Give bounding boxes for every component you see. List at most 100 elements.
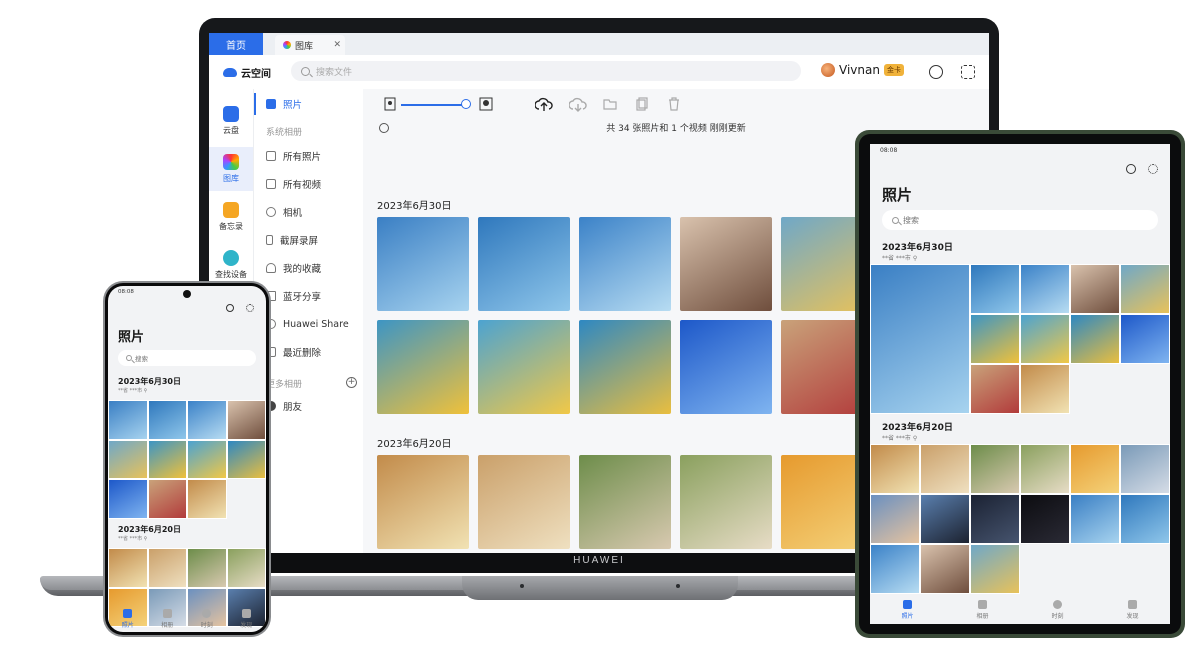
account-icon[interactable] [1126,164,1136,174]
photo-thumbnail[interactable] [187,439,227,479]
cloud-download-icon[interactable] [569,97,587,113]
photo-thumbnail[interactable] [1070,494,1120,544]
photo-thumbnail[interactable] [970,364,1020,414]
photo-thumbnail[interactable] [147,548,187,588]
front-camera [183,290,191,298]
folder-move-icon[interactable] [603,97,617,111]
photo-thumbnail[interactable] [1020,364,1070,414]
photo-thumbnail[interactable] [377,217,469,311]
photo-thumbnail[interactable] [970,264,1020,314]
photo-thumbnail[interactable] [478,320,570,414]
photo-thumbnail[interactable] [970,494,1020,544]
photo-thumbnail[interactable] [970,444,1020,494]
search-input[interactable]: 搜索 [118,350,256,366]
zoom-slider-track[interactable] [401,104,469,106]
section-location: **省 ***市 ⚲ [118,388,148,394]
photo-thumbnail[interactable] [147,479,187,519]
photo-thumbnail[interactable] [970,544,1020,594]
photo-thumbnail[interactable] [187,400,227,440]
search-input[interactable]: 搜索文件 [291,61,801,81]
photo-thumbnail[interactable] [680,217,772,311]
trash-icon[interactable] [667,97,681,111]
zoom-slider-handle[interactable] [460,99,471,109]
photo-thumbnail[interactable] [680,320,772,414]
star-icon [202,609,212,618]
photo-thumbnail[interactable] [377,455,469,549]
cloud-upload-icon[interactable] [535,97,553,113]
nav-albums[interactable]: 相册 [945,596,1020,624]
gear-icon[interactable] [961,65,975,79]
photo-thumbnail[interactable] [1020,444,1070,494]
account-icon[interactable] [226,304,234,312]
photo-thumbnail[interactable] [226,548,266,588]
photo-thumbnail[interactable] [226,439,266,479]
photo-thumbnail[interactable] [147,439,187,479]
photo-thumbnail[interactable] [1120,314,1170,364]
photo-thumbnail[interactable] [108,479,148,519]
add-album-icon[interactable]: + [346,377,357,388]
photo-thumbnail[interactable] [478,217,570,311]
more-icon[interactable] [246,304,254,312]
nav-photos[interactable]: 照片 [108,606,148,632]
photo-thumbnail[interactable] [870,494,920,544]
nav-discover[interactable]: 发现 [227,606,267,632]
photo-thumbnail[interactable] [1020,264,1070,314]
photo-thumbnail[interactable] [1120,444,1170,494]
search-placeholder: 搜索 [903,215,919,225]
photo-thumbnail[interactable] [1070,314,1120,364]
photo-thumbnail[interactable] [108,400,148,440]
info-icon[interactable] [929,65,943,79]
photo-thumbnail[interactable] [377,320,469,414]
user-account[interactable]: Vivnan 金卡 [821,63,904,77]
close-icon[interactable]: ✕ [333,40,341,50]
photo-thumbnail[interactable] [1020,314,1070,364]
photo-thumbnail[interactable] [870,264,970,414]
tab-gallery[interactable]: 图库 ✕ [275,35,345,55]
sidebar-item-photos[interactable]: 照片 [254,93,364,115]
photo-thumbnail[interactable] [579,320,671,414]
photo-thumbnail[interactable] [1070,264,1120,314]
search-input[interactable]: 搜索 [882,210,1158,230]
photo-thumbnail[interactable] [108,439,148,479]
app-brand: 云空间 [223,65,271,80]
photo-thumbnail[interactable] [187,479,227,519]
photo-thumbnail[interactable] [970,314,1020,364]
photo-thumbnail[interactable] [920,544,970,594]
sidebar-item-screenshots[interactable]: 截屏录屏 [254,229,364,251]
photo-thumbnail[interactable] [187,548,227,588]
photo-thumbnail[interactable] [226,400,266,440]
nav-moments[interactable]: 时刻 [187,606,227,632]
sidebar-item-all-photos[interactable]: 所有照片 [254,145,364,167]
photo-thumbnail[interactable] [920,494,970,544]
photo-thumbnail[interactable] [108,548,148,588]
nav-moments[interactable]: 时刻 [1020,596,1095,624]
photo-thumbnail[interactable] [1020,494,1070,544]
photo-thumbnail[interactable] [1120,264,1170,314]
sidebar-item-all-videos[interactable]: 所有视频 [254,173,364,195]
sidebar-item-favorites[interactable]: 我的收藏 [254,257,364,279]
more-icon[interactable] [1148,164,1158,174]
photo-thumbnail[interactable] [579,217,671,311]
sidebar-item-camera[interactable]: 相机 [254,201,364,223]
rail-label: 云盘 [223,126,239,135]
nav-albums[interactable]: 相册 [148,606,188,632]
copy-icon[interactable] [635,97,649,111]
photo-thumbnail[interactable] [478,455,570,549]
photo-thumbnail[interactable] [1120,494,1170,544]
album-icon [162,609,172,618]
photo-thumbnail[interactable] [579,455,671,549]
rail-item-cloud-drive[interactable]: 云盘 [209,99,253,143]
photo-thumbnail[interactable] [147,400,187,440]
photo-thumbnail[interactable] [920,444,970,494]
nav-photos[interactable]: 照片 [870,596,945,624]
nav-discover[interactable]: 发现 [1095,596,1170,624]
photo-thumbnail[interactable] [870,444,920,494]
sidebar-label: 最近删除 [283,348,322,359]
user-large-icon [479,97,493,111]
photo-thumbnail[interactable] [1070,444,1120,494]
rail-item-gallery[interactable]: 图库 [209,147,253,191]
photo-thumbnail[interactable] [870,544,920,594]
photo-thumbnail[interactable] [680,455,772,549]
rail-item-notes[interactable]: 备忘录 [209,195,253,239]
tab-home[interactable]: 首页 [209,33,263,55]
